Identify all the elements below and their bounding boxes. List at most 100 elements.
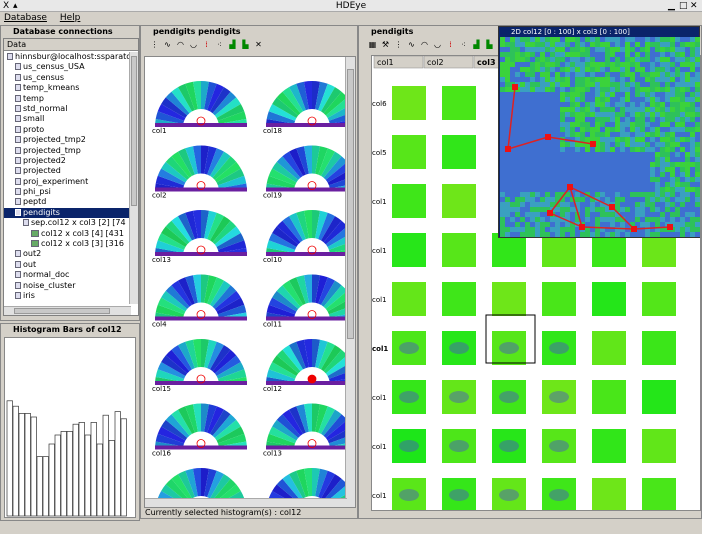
histogram-bar[interactable] — [102, 414, 109, 517]
cluster-node[interactable] — [579, 224, 585, 230]
tree-vscroll-thumb[interactable] — [131, 56, 137, 206]
tree-item[interactable]: col12 x col3 [4] [431 — [4, 229, 131, 239]
gauge-marker[interactable] — [307, 374, 317, 384]
cluster-node[interactable] — [590, 141, 596, 147]
row-label[interactable]: col1 — [372, 394, 387, 402]
matrix-cell[interactable] — [642, 331, 676, 365]
tree-hscroll-thumb[interactable] — [14, 308, 110, 314]
matrix-cell[interactable] — [442, 331, 476, 365]
matrix-cell[interactable] — [392, 429, 426, 463]
matrix-cell[interactable] — [642, 478, 676, 511]
tree-item[interactable]: noise_cluster — [4, 281, 131, 291]
row-label[interactable]: col1 — [372, 345, 388, 353]
tree-item[interactable]: proj_experiment — [4, 177, 131, 187]
matrix-cell[interactable] — [642, 282, 676, 316]
gauge-vscroll-thumb[interactable] — [347, 69, 354, 339]
histogram-bar[interactable] — [78, 422, 85, 517]
cluster-node[interactable] — [512, 84, 518, 90]
histogram-bar[interactable] — [114, 411, 121, 517]
matrix-cell[interactable] — [392, 380, 426, 414]
histogram-bar[interactable] — [66, 431, 73, 517]
tree-vscrollbar[interactable] — [129, 52, 138, 304]
matrix-cell[interactable] — [542, 282, 576, 316]
histogram-bar[interactable] — [36, 456, 43, 517]
row-label[interactable]: col1 — [372, 198, 387, 206]
row-label[interactable]: col1 — [372, 247, 387, 255]
histogram-bar[interactable] — [42, 456, 49, 517]
histogram-bar[interactable] — [54, 434, 61, 517]
tree-item[interactable]: pendigits — [4, 207, 131, 219]
dots-icon[interactable]: ⋮ — [149, 39, 160, 50]
hist2-icon[interactable]: ▙ — [484, 39, 495, 50]
scatter-icon[interactable]: ⁖ — [458, 39, 469, 50]
matrix-cell[interactable] — [392, 135, 426, 169]
tree-item[interactable]: us_census_USA — [4, 62, 131, 72]
row-label[interactable]: col1 — [372, 492, 387, 500]
matrix-cell[interactable] — [542, 233, 576, 267]
matrix-cell[interactable] — [392, 184, 426, 218]
tree-item[interactable]: peptd — [4, 197, 131, 207]
tree-item[interactable]: projected_tmp — [4, 146, 131, 156]
maximize-icon[interactable]: □ — [679, 0, 688, 12]
menu-database[interactable]: Database — [4, 13, 47, 23]
wrench-icon[interactable]: ⚒ — [380, 39, 391, 50]
histogram-bar[interactable] — [84, 434, 91, 517]
tree-item[interactable]: projected_tmp2 — [4, 135, 131, 145]
row-label[interactable]: col1 — [372, 443, 387, 451]
tree-item[interactable]: proto — [4, 125, 131, 135]
curve-icon[interactable]: ∿ — [162, 39, 173, 50]
tree-item[interactable]: iris — [4, 291, 131, 301]
histogram-bar[interactable] — [120, 418, 127, 517]
matrix-cell[interactable] — [592, 331, 626, 365]
cluster-node[interactable] — [545, 134, 551, 140]
matrix-cell[interactable] — [492, 478, 526, 511]
matrix-cell[interactable] — [392, 282, 426, 316]
matrix-cell[interactable] — [392, 233, 426, 267]
tree-item[interactable]: hinnsbur@localhost:ssparator — [4, 52, 134, 62]
dots-icon[interactable]: ⋮ — [393, 39, 404, 50]
gauge-col19[interactable]: col19 — [263, 145, 356, 200]
histogram-bar[interactable] — [30, 416, 37, 517]
matrix-cell[interactable] — [442, 478, 476, 511]
matrix-cell[interactable] — [442, 135, 476, 169]
gauge-col15[interactable]: col15 — [152, 339, 247, 393]
popup-canvas[interactable] — [500, 37, 700, 237]
popup-2d[interactable]: 2D col12 [0 : 100] x col3 [0 : 100] — [498, 26, 700, 238]
histogram-bar[interactable] — [90, 422, 97, 517]
cluster-node[interactable] — [631, 226, 637, 232]
hist-icon[interactable]: ▟ — [227, 39, 238, 50]
gauge-col4[interactable]: col4 — [152, 274, 247, 329]
tree-item[interactable]: us_census — [4, 73, 131, 83]
tree-item[interactable]: small — [4, 114, 131, 124]
tree-item[interactable]: sep.col12 x col3 [2] [74 — [4, 218, 131, 228]
histogram-bar[interactable] — [60, 431, 67, 517]
matrix-cell[interactable] — [442, 233, 476, 267]
curve-icon[interactable]: ∿ — [406, 39, 417, 50]
row-label[interactable]: col1 — [372, 296, 387, 304]
tree-item[interactable]: out2 — [4, 249, 131, 259]
matrix-cell[interactable] — [592, 282, 626, 316]
matrix-cell[interactable] — [642, 233, 676, 267]
histogram-bar[interactable] — [96, 443, 103, 517]
gauge-col11[interactable]: col11 — [263, 274, 356, 329]
gauge-col13[interactable]: col13 — [152, 210, 247, 264]
tree-item[interactable]: phi_psi — [4, 187, 131, 197]
matrix-cell[interactable] — [592, 429, 626, 463]
tree-item[interactable]: temp_kmeans — [4, 83, 131, 93]
col-header[interactable]: col2 — [427, 58, 444, 67]
grid-icon[interactable]: ⁞ — [445, 39, 456, 50]
tree-item[interactable]: temp — [4, 94, 131, 104]
gauge-col16[interactable]: col16 — [152, 403, 247, 458]
histogram-bar[interactable] — [72, 423, 79, 517]
tree-item[interactable]: col12 x col3 [3] [316 — [4, 239, 131, 249]
arc-icon[interactable]: ◠ — [175, 39, 186, 50]
col-header[interactable]: col1 — [377, 58, 394, 67]
matrix-cell[interactable] — [492, 429, 526, 463]
matrix-cell[interactable] — [542, 478, 576, 511]
matrix-cell[interactable] — [442, 184, 476, 218]
matrix-cell[interactable] — [392, 331, 426, 365]
cluster-node[interactable] — [547, 210, 553, 216]
tree-item[interactable]: projected — [4, 166, 131, 176]
gauge-col2[interactable]: col2 — [152, 145, 247, 200]
matrix-cell[interactable] — [542, 331, 576, 365]
